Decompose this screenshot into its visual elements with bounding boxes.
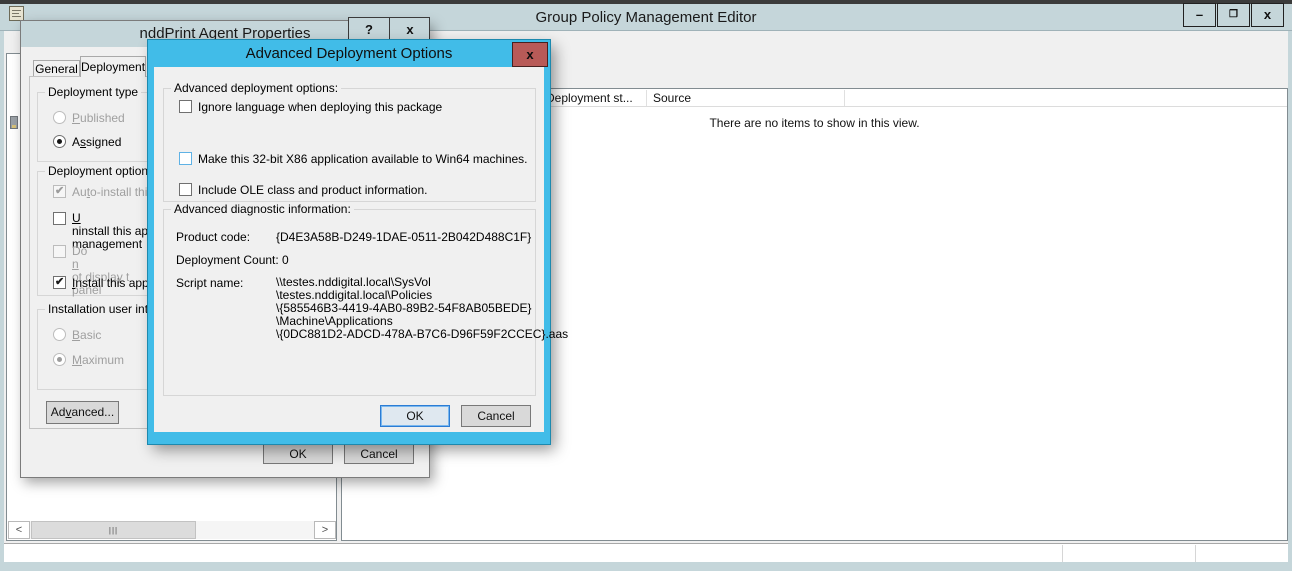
script-name-label: Script name: — [176, 276, 243, 290]
scroll-left-icon: < — [16, 524, 22, 536]
group-label: Deployment type — [45, 85, 141, 99]
status-bar-divider — [1062, 545, 1063, 562]
close-icon: x — [406, 22, 413, 37]
advanced-deployment-dialog: Advanced Deployment Options x Advanced d… — [148, 40, 550, 444]
product-code-label: Product code: — [176, 230, 250, 244]
group-label: Installation user inte — [45, 302, 158, 316]
column-header-source[interactable]: Source — [653, 89, 691, 107]
checkbox-install-application[interactable] — [53, 276, 66, 289]
scroll-right-icon: > — [322, 524, 328, 536]
checkbox-install-application-label[interactable]: Install this applic — [72, 276, 160, 290]
radio-basic-label[interactable]: Basic — [72, 328, 101, 342]
advanced-dialog-close-button[interactable]: x — [512, 42, 548, 67]
help-icon: ? — [365, 22, 373, 37]
checkbox-ignore-language[interactable] — [179, 100, 192, 113]
scroll-right-button[interactable]: > — [314, 521, 336, 539]
advanced-dialog-body: Advanced deployment options: Ignore lang… — [154, 67, 544, 432]
radio-basic[interactable] — [53, 328, 66, 341]
close-icon: x — [526, 47, 533, 62]
radio-published-label[interactable]: Published — [72, 111, 125, 125]
checkbox-ignore-language-label[interactable]: Ignore language when deploying this pack… — [198, 100, 442, 114]
minimize-icon: – — [1184, 4, 1215, 26]
radio-maximum-label[interactable]: Maximum — [72, 353, 124, 367]
properties-cancel-button[interactable]: Cancel — [344, 444, 414, 464]
dialog-help-button[interactable]: ? — [349, 18, 389, 42]
column-separator[interactable] — [646, 90, 647, 106]
radio-assigned-label[interactable]: Assigned — [72, 135, 121, 149]
advanced-button[interactable]: Advanced... — [46, 401, 119, 424]
checkbox-make-32bit-available[interactable] — [179, 152, 192, 165]
tab-deployment[interactable]: Deployment — [80, 56, 146, 77]
maximize-icon: ❐ — [1218, 4, 1249, 26]
close-button[interactable]: x — [1251, 3, 1284, 27]
scroll-left-button[interactable]: < — [8, 521, 30, 539]
window-icon — [9, 6, 24, 21]
checkbox-uninstall[interactable] — [53, 212, 66, 225]
tree-item-icon — [10, 116, 18, 129]
checkbox-auto-install-label[interactable]: Auto-install this — [72, 185, 153, 199]
advanced-ok-button[interactable]: OK — [380, 405, 450, 427]
checkbox-include-ole[interactable] — [179, 183, 192, 196]
advanced-cancel-button[interactable]: Cancel — [461, 405, 531, 427]
group-label: Deployment options — [45, 164, 157, 178]
maximize-button[interactable]: ❐ — [1217, 3, 1250, 27]
scrollbar-grip-icon: ||| — [109, 526, 118, 535]
advanced-dialog-title: Advanced Deployment Options — [148, 40, 550, 67]
script-name-value: \\testes.nddigital.local\SysVol \testes.… — [276, 276, 568, 341]
deployment-count: Deployment Count: 0 — [176, 253, 289, 267]
checkbox-auto-install[interactable] — [53, 185, 66, 198]
column-header-deployment-state[interactable]: Deployment st... — [546, 89, 633, 107]
group-label: Advanced diagnostic information: — [171, 202, 354, 216]
radio-maximum[interactable] — [53, 353, 66, 366]
column-separator[interactable] — [844, 90, 845, 106]
checkbox-make-32bit-available-label[interactable]: Make this 32-bit X86 application availab… — [198, 152, 528, 166]
radio-assigned[interactable] — [53, 135, 66, 148]
radio-published[interactable] — [53, 111, 66, 124]
close-icon: x — [1252, 4, 1283, 26]
dialog-close-button[interactable]: x — [390, 18, 430, 42]
horizontal-scrollbar[interactable]: < ||| > — [8, 521, 336, 539]
status-bar-divider — [1195, 545, 1196, 562]
checkbox-do-not-display[interactable] — [53, 245, 66, 258]
product-code-value: {D4E3A58B-D249-1DAE-0511-2B042D488C1F} — [276, 230, 531, 244]
status-bar — [4, 543, 1288, 562]
checkbox-include-ole-label[interactable]: Include OLE class and product informatio… — [198, 183, 427, 197]
properties-ok-button[interactable]: OK — [263, 444, 333, 464]
minimize-button[interactable]: – — [1183, 3, 1216, 27]
screen: { "colors": { "accent_cyan": "#41bce8", … — [0, 0, 1292, 571]
scrollbar-thumb[interactable]: ||| — [31, 521, 196, 539]
group-label: Advanced deployment options: — [171, 81, 341, 95]
tab-general[interactable]: General — [33, 60, 80, 76]
